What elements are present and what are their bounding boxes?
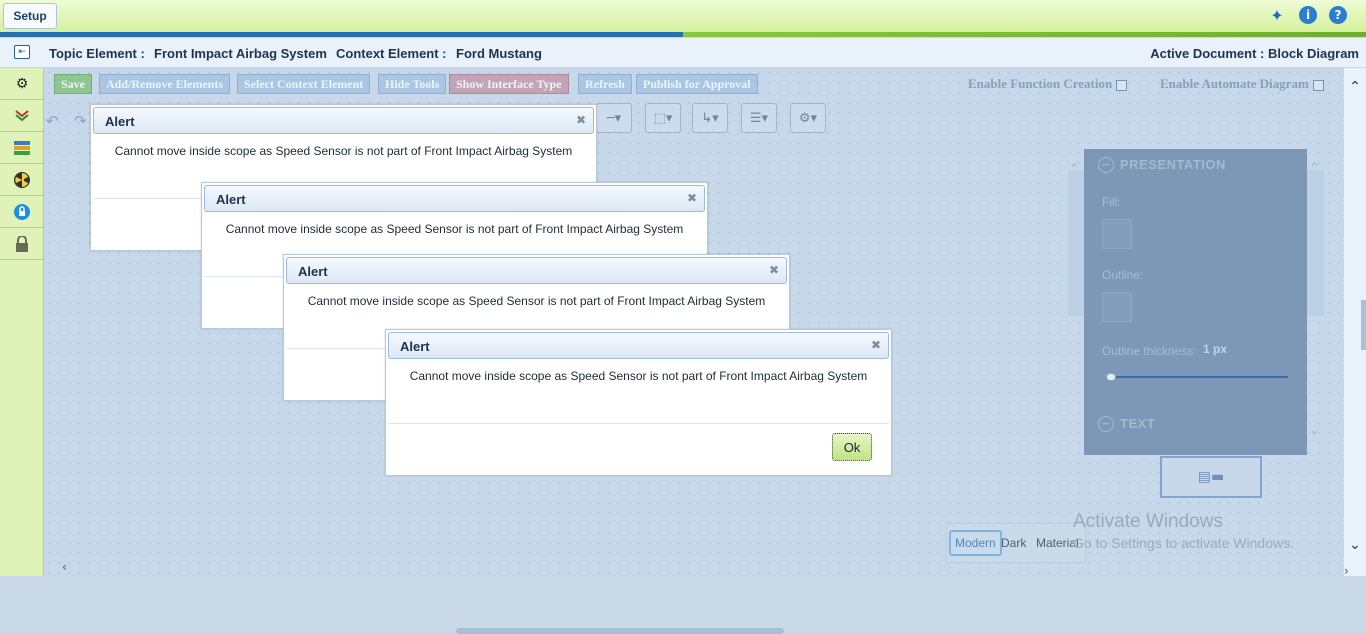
scroll-up-icon[interactable]: ⌃ xyxy=(1348,80,1362,94)
dialog-title: Alert xyxy=(216,192,246,207)
dialog-title: Alert xyxy=(105,114,135,129)
setup-tab[interactable]: Setup xyxy=(3,3,57,29)
dialog-divider xyxy=(388,423,889,424)
topic-element-label: Topic Element : xyxy=(49,46,145,61)
property-panel: − PRESENTATION Fill: Outline: Outline thi… xyxy=(1084,149,1320,455)
chevron-up-left-icon[interactable]: ⌃ xyxy=(1069,162,1080,177)
style-settings-icon[interactable]: ⚙▾ xyxy=(790,103,826,133)
chevron-up-icon[interactable]: ⌃ xyxy=(1309,161,1320,176)
text-heading: TEXT xyxy=(1120,416,1156,431)
theme-tab-modern[interactable]: Modern xyxy=(949,530,1002,556)
enable-function-creation-label: Enable Function Creation xyxy=(968,76,1113,91)
dialog-message: Cannot move inside scope as Speed Sensor… xyxy=(307,294,766,308)
left-sidebar: ⚙ xyxy=(0,68,44,576)
chevron-down-icon[interactable]: ⌄ xyxy=(1309,423,1320,438)
scroll-down-icon[interactable]: ⌄ xyxy=(1348,538,1362,552)
vertical-scrollbar[interactable]: ⌃ ⌄ › xyxy=(1343,68,1366,578)
line-style-icon[interactable]: ─▾ xyxy=(596,103,632,133)
close-icon[interactable]: ✖ xyxy=(767,263,781,277)
layers-icon xyxy=(13,107,31,125)
sidebar-item-lock-circle[interactable] xyxy=(0,196,44,228)
fill-color-swatch[interactable] xyxy=(1102,219,1132,249)
top-bar: Setup ✦ i ? xyxy=(0,0,1366,37)
help-icon[interactable]: ? xyxy=(1329,6,1347,24)
radiation-icon xyxy=(13,171,31,189)
selection-box-icon[interactable]: ⬚▾ xyxy=(645,103,681,133)
context-element-label: Context Element : xyxy=(336,46,447,61)
save-button[interactable]: Save xyxy=(54,74,92,94)
select-context-element-button[interactable]: Select Context Element xyxy=(237,74,371,94)
dialog-titlebar[interactable]: Alert ✖ xyxy=(204,185,705,212)
outline-thickness-value: 1 px xyxy=(1203,342,1228,356)
dialog-titlebar[interactable]: Alert ✖ xyxy=(286,257,787,284)
ok-button[interactable]: Ok xyxy=(832,433,872,461)
hide-tools-button[interactable]: Hide Tools xyxy=(378,74,447,94)
collapse-icon: − xyxy=(1098,416,1114,432)
document-header: ⇤ Topic Element : Front Impact Airbag Sy… xyxy=(0,38,1366,68)
dialog-titlebar[interactable]: Alert ✖ xyxy=(388,332,889,359)
outline-thickness-label: Outline thickness: xyxy=(1102,344,1197,358)
gear-icon: ⚙ xyxy=(15,75,29,92)
enable-automate-diagram-label: Enable Automate Diagram xyxy=(1160,76,1309,91)
pin-icon[interactable]: ✦ xyxy=(1268,6,1286,25)
enable-automate-diagram-option[interactable]: Enable Automate Diagram xyxy=(1160,76,1324,92)
dialog-title: Alert xyxy=(298,264,328,279)
context-element-value: Ford Mustang xyxy=(456,46,542,61)
outline-label: Outline: xyxy=(1102,268,1144,282)
accent-stripe xyxy=(0,32,1366,37)
dialog-message: Cannot move inside scope as Speed Sensor… xyxy=(114,144,573,158)
horizontal-scrollbar[interactable] xyxy=(456,628,784,634)
theme-tab-dark[interactable]: Dark xyxy=(997,530,1030,556)
thickness-slider-handle[interactable] xyxy=(1106,373,1116,381)
activation-watermark-title: Activate Windows xyxy=(1073,511,1223,532)
close-icon[interactable]: ✖ xyxy=(574,113,588,127)
lock-circle-icon xyxy=(13,203,31,221)
theme-switcher: Modern Dark Material xyxy=(946,523,1086,563)
fill-label: Fill: xyxy=(1102,195,1121,209)
close-icon[interactable]: ✖ xyxy=(685,191,699,205)
enable-function-creation-option[interactable]: Enable Function Creation xyxy=(968,76,1128,92)
active-document: Active Document : Block Diagram xyxy=(1150,46,1359,61)
text-align-icon[interactable]: ☰▾ xyxy=(741,103,777,133)
outline-color-swatch[interactable] xyxy=(1102,292,1132,322)
enable-automate-diagram-checkbox[interactable] xyxy=(1312,79,1324,91)
activation-watermark-subtitle: Go to Settings to activate Windows. xyxy=(1073,535,1294,551)
sidebar-item-padlock[interactable] xyxy=(0,228,44,260)
exit-icon[interactable]: ⇤ xyxy=(14,45,30,59)
enable-function-creation-checkbox[interactable] xyxy=(1116,79,1128,91)
publish-for-approval-button[interactable]: Publish for Approval xyxy=(636,74,758,94)
presentation-section[interactable]: − PRESENTATION xyxy=(1098,157,1226,173)
padlock-icon xyxy=(13,235,31,253)
dialog-message: Cannot move inside scope as Speed Sensor… xyxy=(225,222,684,236)
text-section[interactable]: − TEXT xyxy=(1098,416,1156,432)
shape-style-button[interactable]: ▤▬ xyxy=(1160,456,1262,498)
add-remove-elements-button[interactable]: Add/Remove Elements xyxy=(99,74,230,94)
alert-dialog: Alert ✖ Cannot move inside scope as Spee… xyxy=(385,329,892,476)
info-icon[interactable]: i xyxy=(1299,6,1317,24)
connector-icon[interactable]: ↳▾ xyxy=(692,103,728,133)
collapse-icon: − xyxy=(1098,157,1114,173)
ruler-icon xyxy=(13,139,31,157)
show-interface-type-button[interactable]: Show Interface Type xyxy=(449,74,569,94)
topic-element-value: Front Impact Airbag System xyxy=(154,46,327,61)
redo-icon[interactable]: ↷ xyxy=(74,112,87,130)
refresh-button[interactable]: Refresh xyxy=(578,74,632,94)
sidebar-item-settings[interactable]: ⚙ xyxy=(0,68,44,100)
thickness-slider-track[interactable] xyxy=(1108,376,1288,378)
undo-icon[interactable]: ↶ xyxy=(46,112,59,130)
sidebar-item-radiation[interactable] xyxy=(0,164,44,196)
dialog-message: Cannot move inside scope as Speed Sensor… xyxy=(409,369,868,383)
scroll-left-icon[interactable]: ‹ xyxy=(62,560,67,574)
dialog-titlebar[interactable]: Alert ✖ xyxy=(93,107,594,134)
sidebar-item-ruler[interactable] xyxy=(0,132,44,164)
scroll-thumb[interactable] xyxy=(1361,300,1366,350)
sidebar-item-layers[interactable] xyxy=(0,100,44,132)
presentation-heading: PRESENTATION xyxy=(1120,157,1226,172)
dialog-title: Alert xyxy=(400,339,430,354)
close-icon[interactable]: ✖ xyxy=(869,338,883,352)
